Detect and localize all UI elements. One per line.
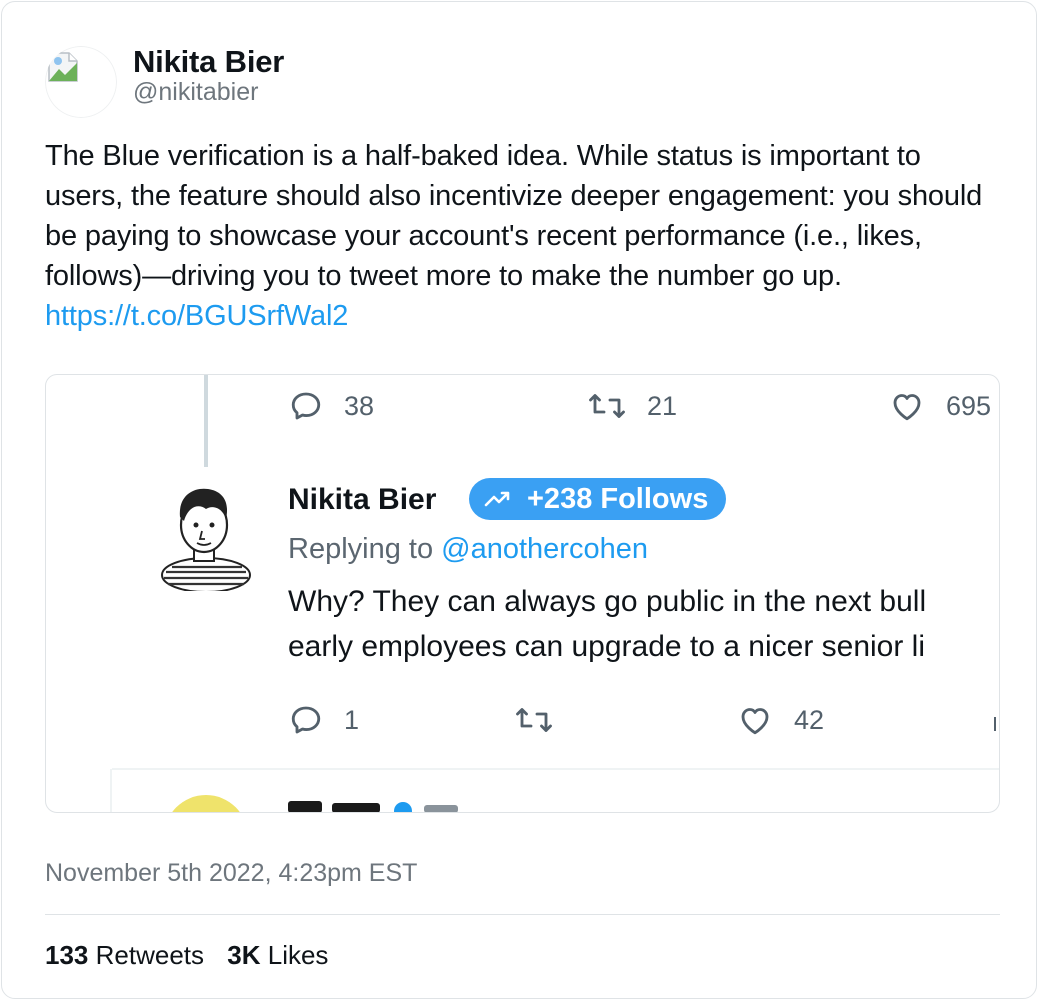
reply-text: Why? They can always go public in the ne… <box>288 579 926 669</box>
retweet-icon <box>589 394 625 418</box>
reply-icon <box>291 392 321 420</box>
author-name[interactable]: Nikita Bier <box>133 44 284 80</box>
replying-to: Replying to @anothercohen <box>288 533 648 566</box>
author-avatar[interactable] <box>45 46 117 118</box>
heart-icon <box>893 394 921 421</box>
retweet-count: 133 <box>45 940 89 970</box>
top-reply-action[interactable]: 38 <box>288 388 374 424</box>
top-like-count: 695 <box>946 390 992 421</box>
share-icon[interactable] <box>990 715 1000 737</box>
reply-reply-count: 1 <box>344 704 360 735</box>
top-retweet-count: 21 <box>647 390 678 421</box>
reply-retweet-action[interactable] <box>514 702 574 738</box>
tweet-stats: 133 Retweets 3K Likes <box>45 940 328 971</box>
replying-to-prefix: Replying to <box>288 533 442 565</box>
reply-like-count: 42 <box>794 704 825 735</box>
replying-to-mention[interactable]: @anothercohen <box>441 533 648 565</box>
thread-separator <box>112 768 999 770</box>
tweet-link[interactable]: https://t.co/BGUSrfWal2 <box>45 300 348 332</box>
author-handle[interactable]: @nikitabier <box>133 78 258 107</box>
top-retweet-action[interactable]: 21 <box>587 388 677 424</box>
tweet-timestamp[interactable]: November 5th 2022, 4:23pm EST <box>45 859 417 888</box>
top-reply-count: 38 <box>344 390 375 421</box>
reply-author-avatar[interactable] <box>148 479 252 591</box>
follows-badge-label: +238 Follows <box>527 482 709 515</box>
heart-icon <box>741 708 769 735</box>
reply-icon <box>291 706 321 734</box>
tweet-body: The Blue verification is a half-baked id… <box>45 140 983 292</box>
tweet-text: The Blue verification is a half-baked id… <box>45 136 995 336</box>
retweet-label: Retweets <box>95 940 205 970</box>
reply-author-name[interactable]: Nikita Bier <box>288 483 436 517</box>
next-reply-name-cropped <box>288 801 458 812</box>
like-count: 3K <box>227 940 261 970</box>
thread-line <box>204 375 208 467</box>
retweet-icon <box>516 708 552 732</box>
reply-like-action[interactable]: 42 <box>736 702 824 738</box>
follows-badge: +238 Follows <box>469 478 727 520</box>
next-reply-avatar[interactable] <box>164 795 248 812</box>
like-label: Likes <box>267 940 329 970</box>
thread-separator-vertical <box>110 769 112 812</box>
top-like-action[interactable]: 695 <box>888 388 991 424</box>
tweet-card: Nikita Bier @nikitabier The Blue verific… <box>1 1 1037 999</box>
footer-divider <box>45 914 1000 915</box>
broken-image-icon <box>48 52 78 82</box>
reply-text-line-2: early employees can upgrade to a nicer s… <box>288 630 926 663</box>
trending-up-icon <box>484 491 510 507</box>
reply-text-line-1: Why? They can always go public in the ne… <box>288 585 927 618</box>
embedded-screenshot[interactable]: 38 21 695 Nikita Bier +238 Follows Reply… <box>45 374 1000 813</box>
reply-reply-action[interactable]: 1 <box>288 702 359 738</box>
